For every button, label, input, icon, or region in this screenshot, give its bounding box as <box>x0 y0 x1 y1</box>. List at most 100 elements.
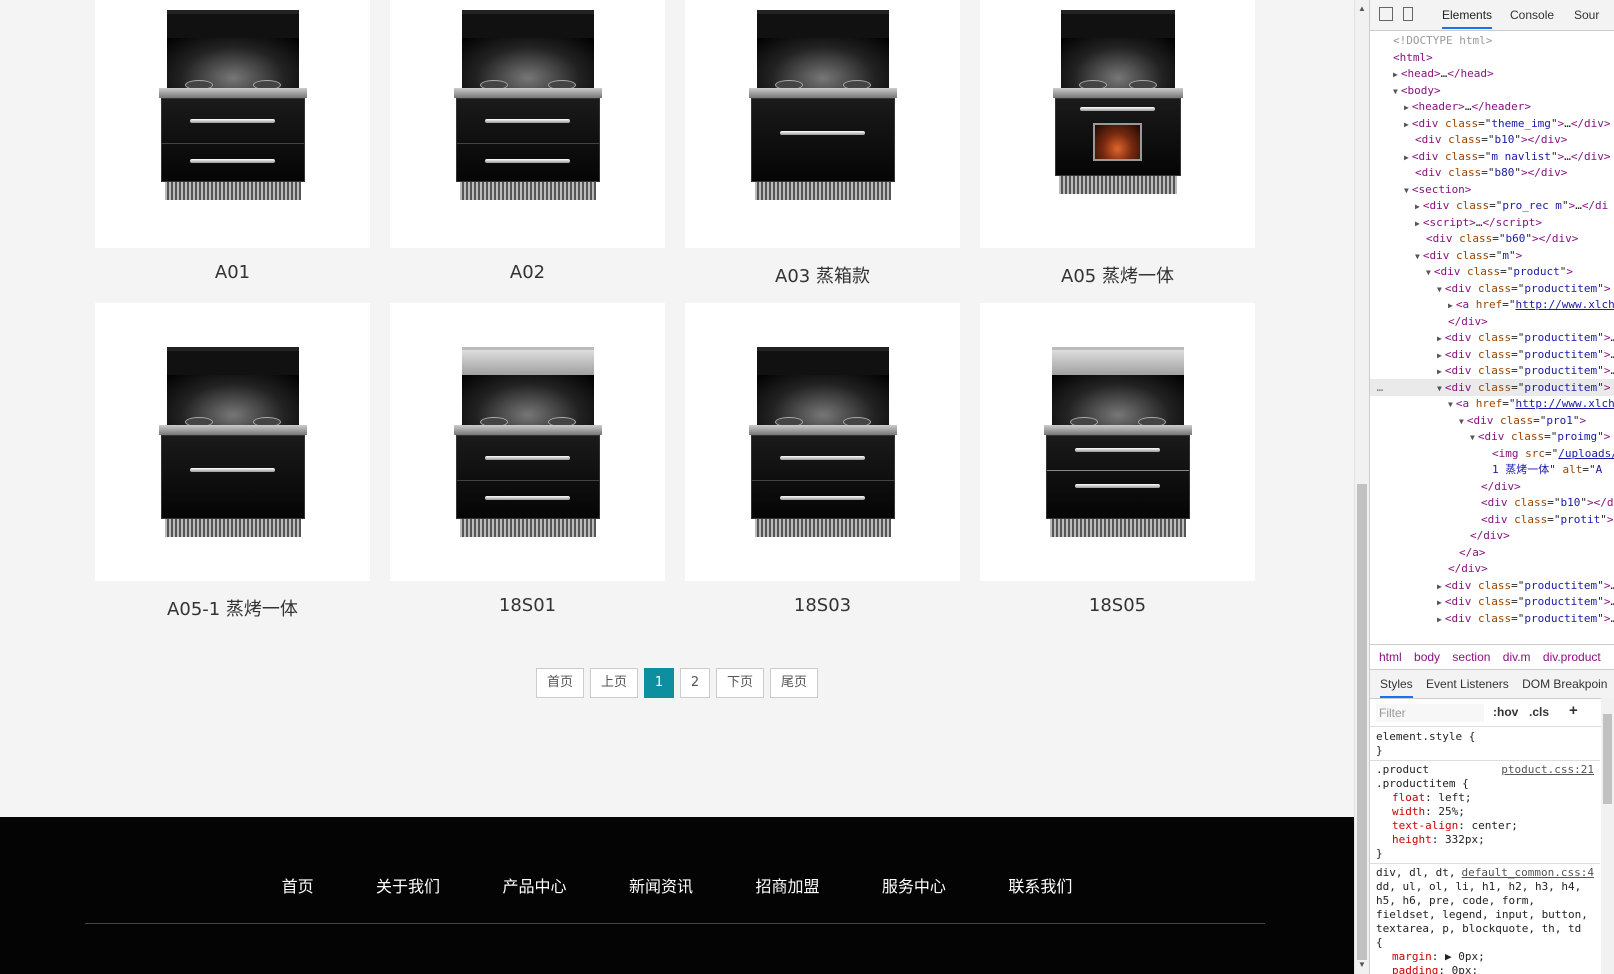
dom-tree-node[interactable]: <img src="/uploads/ <box>1481 445 1614 462</box>
crumb-body[interactable]: body <box>1414 650 1440 664</box>
crumb-div-product[interactable]: div.product <box>1543 650 1601 664</box>
tab-elements[interactable]: Elements <box>1442 8 1493 29</box>
last-page-button[interactable]: 尾页 <box>770 668 819 698</box>
product-card[interactable]: A02 <box>390 0 665 283</box>
product-card[interactable]: A05-1 蒸烤一体 <box>95 303 370 621</box>
expand-arrow-icon[interactable]: ▼ <box>1470 433 1475 442</box>
dom-tree-node[interactable]: <div class="b60"></div> <box>1415 230 1578 247</box>
css-property[interactable]: height: 332px; <box>1376 833 1594 847</box>
dom-tree-node[interactable]: ▶ <a href="http://www.xlch <box>1448 296 1614 313</box>
crumb-section[interactable]: section <box>1452 650 1490 664</box>
rule-source-link[interactable]: ptoduct.css:21 <box>1501 763 1594 777</box>
dom-tree-node[interactable]: </div> <box>1437 313 1488 330</box>
expand-arrow-icon[interactable]: ▼ <box>1393 87 1398 96</box>
styles-scrollbar[interactable] <box>1601 698 1614 974</box>
dom-tree-node[interactable]: ▶<div class="productitem">… <box>1437 577 1614 594</box>
scroll-up-arrow-icon[interactable]: ▲ <box>1355 2 1369 16</box>
product-image[interactable] <box>390 0 665 248</box>
page-scrollbar[interactable]: ▲ ▼ <box>1354 0 1369 974</box>
device-toolbar-icon[interactable] <box>1403 7 1413 21</box>
dom-tree-node[interactable]: ▶ <header>…</header> <box>1404 98 1531 115</box>
tab-dom-breakpoints[interactable]: DOM Breakpoin <box>1522 677 1607 691</box>
dom-tree-node[interactable]: ▼ <a href="http://www.xlch <box>1448 395 1614 412</box>
css-property[interactable]: padding: 0px; <box>1376 964 1594 974</box>
expand-arrow-icon[interactable]: ▼ <box>1426 268 1431 277</box>
css-property[interactable]: width: 25%; <box>1376 805 1594 819</box>
tab-styles[interactable]: Styles <box>1380 677 1413 698</box>
page-1-button[interactable]: 1 <box>644 668 674 698</box>
product-card[interactable]: 18S05 <box>980 303 1255 616</box>
footer-link-products[interactable]: 产品中心 <box>503 873 567 897</box>
expand-arrow-icon[interactable]: ▶ <box>1404 153 1409 162</box>
expand-arrow-icon[interactable]: ▶ <box>1404 103 1409 112</box>
dom-tree-node[interactable]: ▶ <div class="pro_rec m">…</di <box>1415 197 1608 214</box>
expand-arrow-icon[interactable]: ▼ <box>1448 400 1453 409</box>
dom-tree-node[interactable]: <html> <box>1382 49 1433 66</box>
footer-link-news[interactable]: 新闻资讯 <box>629 873 693 897</box>
expand-arrow-icon[interactable]: ▶ <box>1437 334 1442 343</box>
expand-arrow-icon[interactable]: ▶ <box>1437 615 1442 624</box>
dom-tree-node[interactable]: ▶<div class="productitem">… <box>1437 610 1614 627</box>
expand-arrow-icon[interactable]: ▶ <box>1437 582 1442 591</box>
product-title[interactable]: A03 蒸箱款 <box>685 262 960 288</box>
crumb-div-m[interactable]: div.m <box>1503 650 1531 664</box>
dom-tree-node[interactable]: ▶<div class="productitem">… <box>1437 593 1614 610</box>
dom-tree-node[interactable]: ▶ <head>…</head> <box>1393 65 1494 82</box>
dom-tree-node[interactable]: … ▼ <div class="productitem"> <box>1370 378 1614 396</box>
tab-event-listeners[interactable]: Event Listeners <box>1426 677 1509 691</box>
dom-tree-node[interactable]: <!DOCTYPE html> <box>1382 32 1492 49</box>
css-property[interactable]: text-align: center; <box>1376 819 1594 833</box>
dom-tree-node[interactable]: </div> <box>1437 560 1488 577</box>
footer-link-franchise[interactable]: 招商加盟 <box>755 873 819 897</box>
product-image[interactable] <box>685 0 960 248</box>
product-title[interactable]: 18S01 <box>390 595 665 616</box>
product-image[interactable] <box>685 303 960 581</box>
tab-sources[interactable]: Sour <box>1574 8 1599 22</box>
dom-tree-node[interactable]: </div> <box>1470 478 1521 495</box>
expand-arrow-icon[interactable]: ▶ <box>1437 367 1442 376</box>
dom-tree-node[interactable]: ▼ <div class="product"> <box>1426 263 1573 280</box>
footer-link-about[interactable]: 关于我们 <box>376 873 440 897</box>
expand-arrow-icon[interactable]: ▶ <box>1448 301 1453 310</box>
inspect-element-icon[interactable] <box>1379 7 1393 21</box>
dom-tree[interactable]: <!DOCTYPE html> <html> ▶ <head>…</head> ▼ <bo… <box>1370 32 1614 640</box>
dom-tree-node[interactable]: ▼ <section> <box>1404 181 1471 198</box>
product-title[interactable]: A01 <box>95 262 370 283</box>
crumb-html[interactable]: html <box>1379 650 1402 664</box>
next-page-button[interactable]: 下页 <box>716 668 765 698</box>
dom-tree-node[interactable]: <div class="b10"></d <box>1470 494 1614 511</box>
expand-arrow-icon[interactable]: ▶ <box>1437 598 1442 607</box>
dom-tree-node[interactable]: <div class="protit">… <box>1470 511 1614 528</box>
product-image[interactable] <box>980 0 1255 248</box>
dom-tree-node[interactable]: ▶ <div class="m navlist">…</div> <box>1404 148 1611 165</box>
new-rule-button[interactable]: + <box>1569 702 1578 719</box>
product-image[interactable] <box>390 303 665 581</box>
dom-tree-node[interactable]: <div class="b10"></div> <box>1404 131 1567 148</box>
product-card[interactable]: A05 蒸烤一体 <box>980 0 1255 288</box>
hover-state-toggle[interactable]: :hov <box>1493 705 1518 719</box>
product-title[interactable]: 18S05 <box>980 595 1255 616</box>
product-title[interactable]: 18S03 <box>685 595 960 616</box>
page-2-button[interactable]: 2 <box>680 668 710 698</box>
footer-link-service[interactable]: 服务中心 <box>882 873 946 897</box>
dom-tree-node[interactable]: ▶ <div class="theme_img">…</div> <box>1404 115 1611 132</box>
expand-arrow-icon[interactable]: ▶ <box>1393 70 1398 79</box>
product-card[interactable]: A01 <box>95 0 370 283</box>
dom-tree-node[interactable]: ▼ <div class="pro1"> <box>1459 412 1586 429</box>
product-card[interactable]: A03 蒸箱款 <box>685 0 960 288</box>
expand-arrow-icon[interactable]: ▼ <box>1404 186 1409 195</box>
product-card[interactable]: 18S03 <box>685 303 960 616</box>
product-image[interactable] <box>95 303 370 581</box>
styles-scrollbar-thumb[interactable] <box>1603 714 1612 804</box>
css-property[interactable]: float: left; <box>1376 791 1594 805</box>
product-title[interactable]: A02 <box>390 262 665 283</box>
product-image[interactable] <box>95 0 370 248</box>
expand-arrow-icon[interactable]: ▶ <box>1415 219 1420 228</box>
dom-tree-node[interactable]: ▼ <div class="productitem"> <box>1437 280 1610 297</box>
dom-tree-node[interactable]: ▼ <div class="m"> <box>1415 247 1522 264</box>
expand-arrow-icon[interactable]: ▶ <box>1404 120 1409 129</box>
css-property[interactable]: margin: ▶ 0px; <box>1376 950 1594 964</box>
product-title[interactable]: A05 蒸烤一体 <box>980 262 1255 288</box>
dom-tree-node[interactable]: </a> <box>1448 544 1486 561</box>
dom-tree-node[interactable]: </div> <box>1459 527 1510 544</box>
